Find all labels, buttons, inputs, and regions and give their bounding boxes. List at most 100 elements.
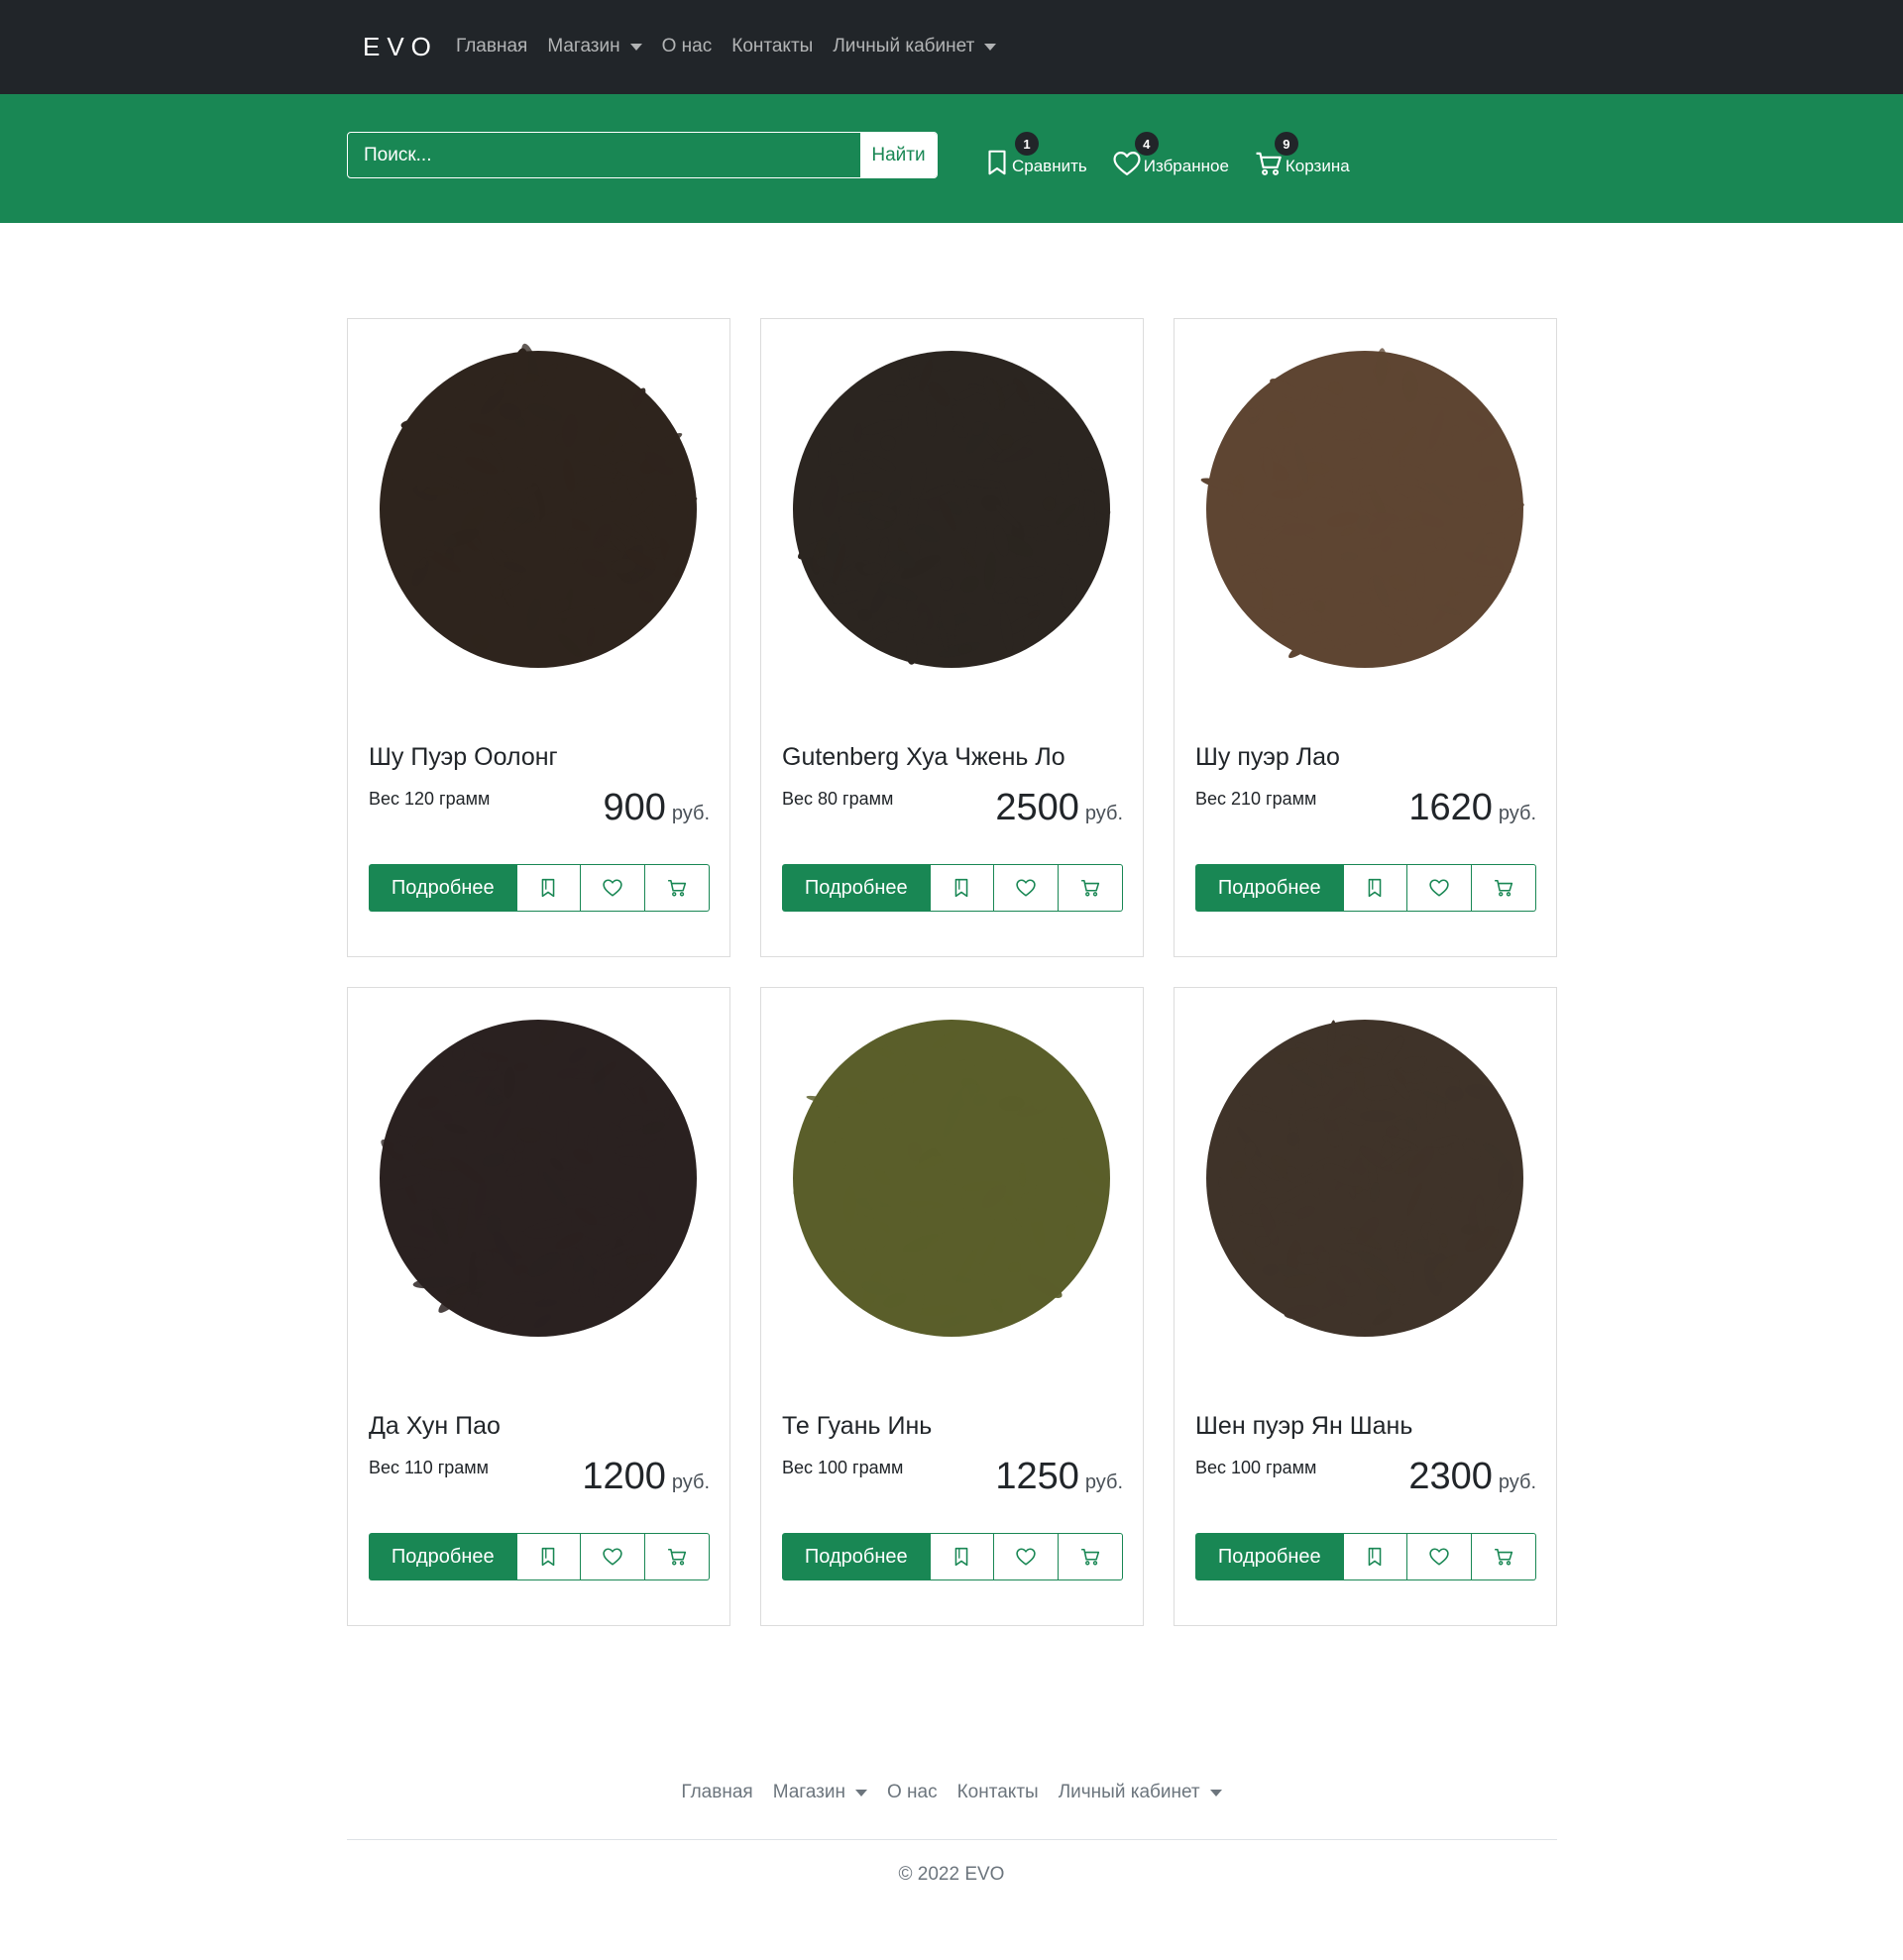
add-to-cart-button[interactable]: [1472, 864, 1536, 912]
product-image[interactable]: [368, 1003, 710, 1355]
product-weight: Вес 210 грамм: [1195, 789, 1317, 809]
favorite-button[interactable]: [1407, 864, 1473, 912]
product-card: Да Хун Пао Вес 110 грамм 1200 руб. Подробнее: [347, 987, 730, 1626]
product-weight: Вес 100 грамм: [782, 1458, 904, 1477]
compare-button[interactable]: [516, 864, 582, 912]
product-image[interactable]: [368, 334, 710, 686]
header-actions: 1 Сравнить 4 Избранное 9 Корзина: [985, 132, 1376, 178]
favorite-button[interactable]: [994, 1533, 1060, 1580]
product-price: 2300 руб.: [1408, 1456, 1536, 1498]
chevron-down-icon: [1209, 1789, 1222, 1797]
cart-count-badge: 9: [1274, 132, 1298, 156]
details-button[interactable]: Подробнее: [782, 864, 931, 912]
compare-link[interactable]: 1 Сравнить: [985, 132, 1087, 178]
product-actions: Подробнее: [782, 864, 1123, 912]
footer-nav-shop-label: Магазин: [772, 1782, 845, 1802]
product-weight: Вес 110 грамм: [369, 1458, 490, 1477]
price-value: 1200: [582, 1456, 666, 1497]
footer-nav: Главная Магазин О нас Контакты Личный ка…: [0, 1782, 1903, 1803]
add-to-cart-button[interactable]: [645, 864, 710, 912]
product-title[interactable]: Gutenberg Хуа Чжень Ло: [782, 743, 1065, 772]
cart-icon: [1081, 1549, 1100, 1566]
product-price: 2500 руб.: [995, 787, 1123, 829]
cart-icon: [1256, 152, 1282, 175]
price-currency: руб.: [1084, 1471, 1123, 1493]
cart-icon: [1495, 1549, 1513, 1566]
main-nav: Главная Магазин О нас Контакты Личный ка…: [456, 36, 1016, 57]
heart-icon: [1429, 879, 1449, 897]
product-weight: Вес 80 грамм: [782, 789, 894, 809]
product-image[interactable]: [1194, 334, 1536, 686]
details-button[interactable]: Подробнее: [1195, 1533, 1344, 1580]
compare-button[interactable]: [930, 864, 995, 912]
favorite-button[interactable]: [581, 1533, 646, 1580]
nav-about[interactable]: О нас: [662, 36, 713, 57]
add-to-cart-button[interactable]: [645, 1533, 710, 1580]
add-to-cart-button[interactable]: [1059, 1533, 1123, 1580]
product-price: 1620 руб.: [1408, 787, 1536, 829]
price-value: 2500: [995, 787, 1079, 828]
footer-nav-account-dropdown[interactable]: Личный кабинет: [1059, 1782, 1222, 1803]
details-button[interactable]: Подробнее: [369, 1533, 517, 1580]
chevron-down-icon: [984, 43, 997, 51]
nav-contacts[interactable]: Контакты: [731, 36, 813, 57]
nav-account-label: Личный кабинет: [833, 36, 975, 56]
heart-icon: [1113, 152, 1141, 175]
compare-button[interactable]: [516, 1533, 582, 1580]
favorites-link[interactable]: 4 Избранное: [1113, 132, 1229, 178]
product-title[interactable]: Да Хун Пао: [369, 1412, 501, 1441]
nav-shop-dropdown[interactable]: Магазин: [547, 36, 642, 57]
details-button[interactable]: Подробнее: [782, 1533, 931, 1580]
cart-icon: [668, 879, 687, 897]
cart-icon: [668, 1549, 687, 1566]
details-button[interactable]: Подробнее: [1195, 864, 1344, 912]
product-image[interactable]: [781, 1003, 1123, 1355]
heart-icon: [603, 1548, 622, 1566]
product-title[interactable]: Шу пуэр Лао: [1195, 743, 1340, 772]
product-image[interactable]: [781, 334, 1123, 686]
product-title[interactable]: Шен пуэр Ян Шань: [1195, 1412, 1412, 1441]
product-actions: Подробнее: [369, 1533, 710, 1580]
compare-button[interactable]: [1343, 864, 1408, 912]
price-value: 900: [603, 787, 666, 828]
product-image[interactable]: [1194, 1003, 1536, 1355]
bookmark-icon: [542, 1547, 555, 1567]
price-currency: руб.: [671, 803, 710, 824]
footer-nav-shop-dropdown[interactable]: Магазин: [773, 1782, 867, 1803]
nav-home[interactable]: Главная: [456, 36, 527, 57]
product-weight: Вес 100 грамм: [1195, 1458, 1317, 1477]
nav-shop-label: Магазин: [547, 36, 620, 56]
nav-account-dropdown[interactable]: Личный кабинет: [833, 36, 997, 57]
price-value: 2300: [1408, 1456, 1493, 1497]
favorite-button[interactable]: [994, 864, 1060, 912]
product-title[interactable]: Те Гуань Инь: [782, 1412, 932, 1441]
heart-icon: [1016, 879, 1036, 897]
details-button[interactable]: Подробнее: [369, 864, 517, 912]
cart-link[interactable]: 9 Корзина: [1255, 132, 1350, 178]
favorite-button[interactable]: [581, 864, 646, 912]
product-price: 1250 руб.: [995, 1456, 1123, 1498]
copyright: © 2022 EVO: [898, 1864, 1005, 1885]
search-form: Найти: [347, 132, 938, 178]
search-input[interactable]: [348, 133, 860, 177]
price-currency: руб.: [1498, 1471, 1536, 1493]
footer-nav-about[interactable]: О нас: [887, 1782, 938, 1803]
search-button[interactable]: Найти: [860, 133, 937, 177]
product-title[interactable]: Шу Пуэр Оолонг: [369, 743, 558, 772]
favorite-button[interactable]: [1407, 1533, 1473, 1580]
bookmark-icon: [1369, 878, 1382, 898]
footer-nav-contacts[interactable]: Контакты: [957, 1782, 1039, 1803]
add-to-cart-button[interactable]: [1472, 1533, 1536, 1580]
compare-count-badge: 1: [1015, 132, 1039, 156]
product-weight: Вес 120 грамм: [369, 789, 491, 809]
footer-nav-home[interactable]: Главная: [681, 1782, 752, 1803]
add-to-cart-button[interactable]: [1059, 864, 1123, 912]
compare-label: Сравнить: [1012, 157, 1087, 175]
product-actions: Подробнее: [369, 864, 710, 912]
cart-icon: [1081, 879, 1100, 897]
brand-logo[interactable]: EVO: [363, 32, 438, 62]
favorites-count-badge: 4: [1134, 132, 1159, 156]
price-value: 1250: [995, 1456, 1079, 1497]
compare-button[interactable]: [930, 1533, 995, 1580]
compare-button[interactable]: [1343, 1533, 1408, 1580]
